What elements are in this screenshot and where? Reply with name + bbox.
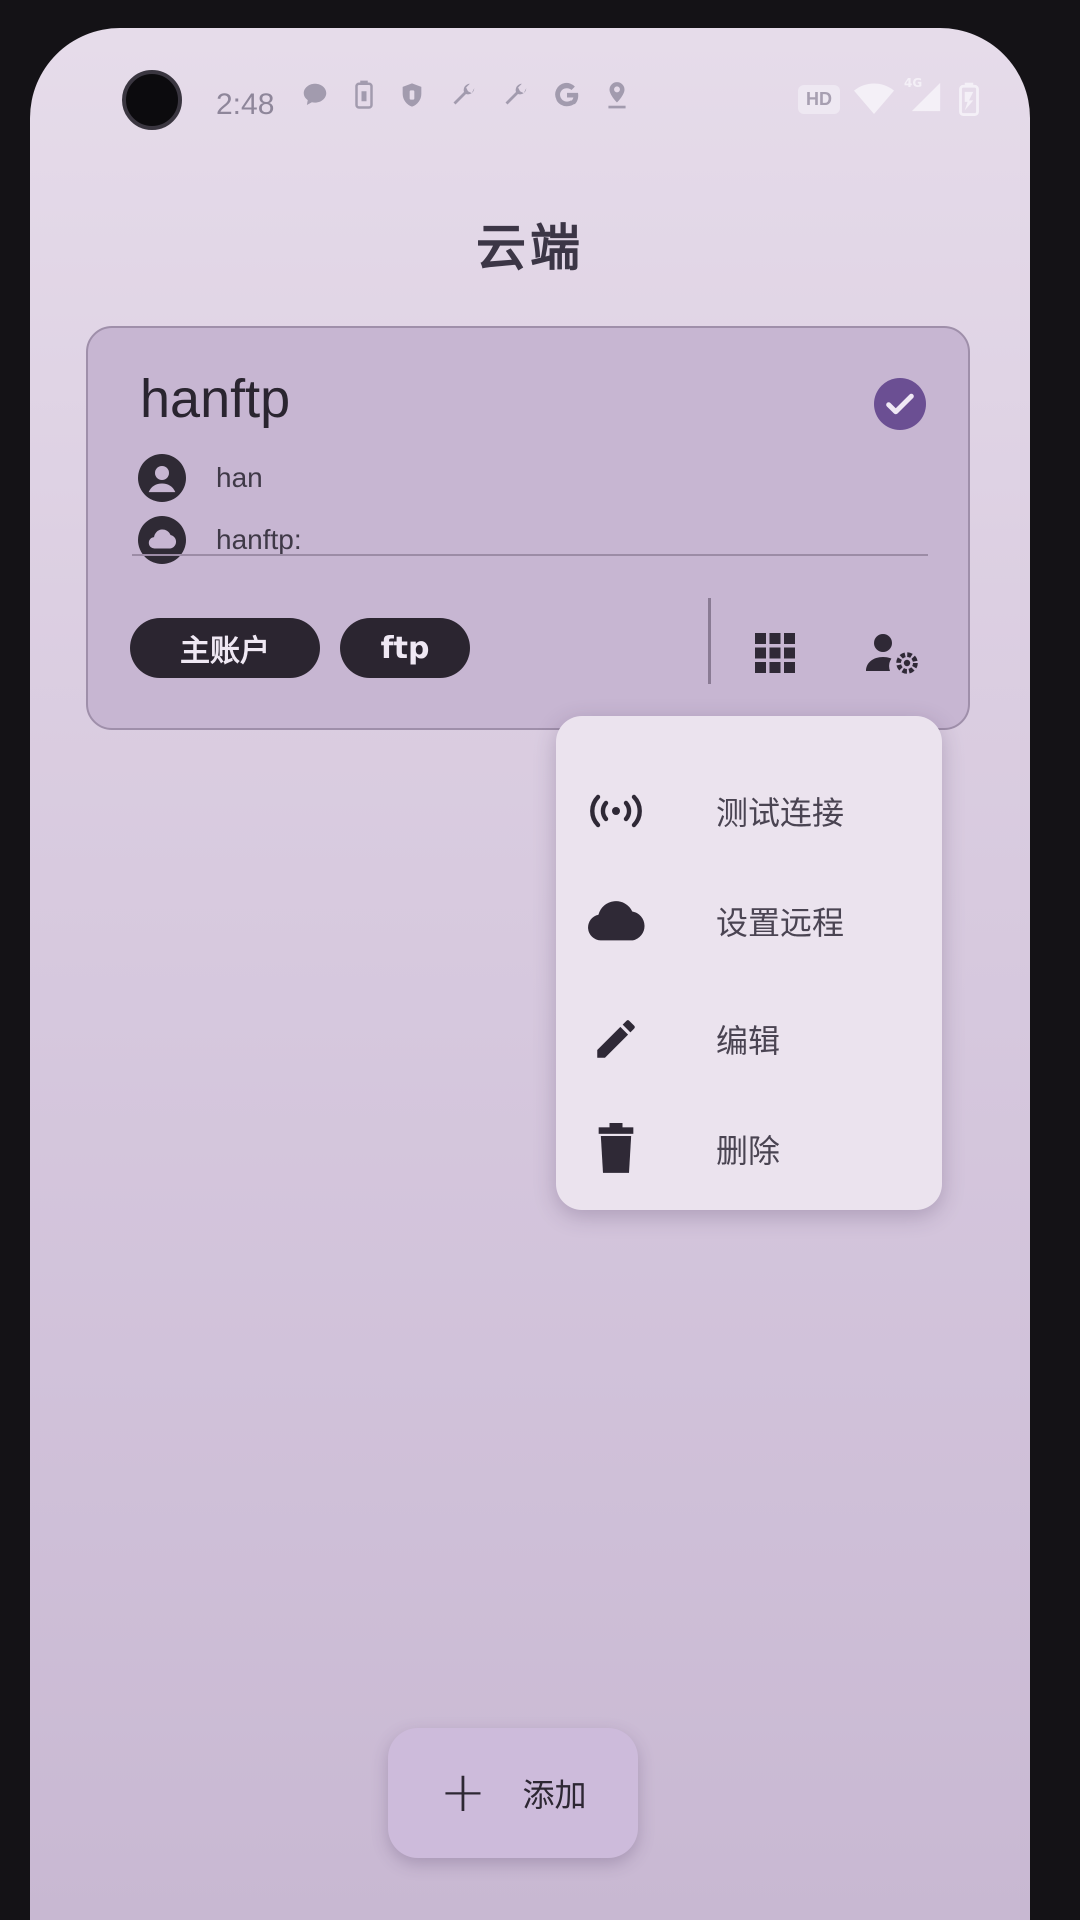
network-type: 4G bbox=[904, 76, 923, 90]
menu-label-test-connection: 测试连接 bbox=[716, 794, 845, 832]
account-card[interactable]: hanftp han hanftp: 主账户 ftp bbox=[86, 326, 970, 730]
menu-label-set-remote: 设置远程 bbox=[716, 904, 845, 942]
context-menu: 测试连接 设置远程 编辑 删除 bbox=[556, 716, 942, 1210]
add-icon: + bbox=[439, 1760, 487, 1825]
broadcast-icon bbox=[584, 779, 648, 843]
account-name: hanftp bbox=[140, 369, 291, 429]
status-time: 2:48 bbox=[216, 88, 275, 121]
status-notification-icons bbox=[300, 80, 630, 110]
menu-item-delete[interactable]: 删除 bbox=[556, 1094, 942, 1204]
menu-item-edit[interactable]: 编辑 bbox=[556, 984, 942, 1094]
location-icon bbox=[608, 82, 626, 109]
cloud-icon bbox=[584, 889, 648, 953]
card-action-divider bbox=[708, 598, 711, 684]
selected-check-icon[interactable] bbox=[874, 378, 926, 430]
battery-icon bbox=[959, 82, 979, 116]
card-divider bbox=[132, 554, 928, 556]
page-title: 云端 bbox=[476, 219, 584, 277]
wrench-icon bbox=[453, 83, 475, 105]
menu-item-test-connection[interactable]: 测试连接 bbox=[556, 756, 942, 866]
chip-main-account[interactable]: 主账户 bbox=[130, 618, 320, 678]
account-remote-row: hanftp: bbox=[138, 516, 302, 564]
pencil-icon bbox=[584, 1007, 648, 1071]
hd-badge: HD bbox=[798, 84, 840, 114]
add-label: 添加 bbox=[522, 1776, 587, 1814]
phone-frame: 2:48 HD 4G 云端 hanftp han hanftp: 主账户 ftp… bbox=[0, 0, 1080, 1920]
shield-icon bbox=[402, 83, 422, 107]
chip-ftp[interactable]: ftp bbox=[340, 618, 470, 678]
screen: 2:48 HD 4G 云端 hanftp han hanftp: 主账户 ftp… bbox=[30, 28, 1030, 1920]
cell-signal: 4G bbox=[904, 76, 944, 118]
trash-icon bbox=[584, 1117, 648, 1181]
chat-icon bbox=[303, 83, 327, 105]
add-button[interactable]: + 添加 bbox=[388, 1728, 638, 1858]
google-icon bbox=[555, 82, 579, 107]
battery-saver-icon bbox=[355, 80, 373, 109]
account-user: han bbox=[216, 462, 263, 493]
front-camera bbox=[122, 70, 182, 130]
person-icon bbox=[138, 454, 186, 502]
status-system-icons: HD 4G bbox=[798, 76, 980, 118]
wrench-icon bbox=[505, 83, 527, 105]
menu-label-edit: 编辑 bbox=[716, 1022, 781, 1060]
manage-account-icon[interactable] bbox=[858, 618, 928, 688]
account-user-row: han bbox=[138, 454, 263, 502]
menu-item-set-remote[interactable]: 设置远程 bbox=[556, 866, 942, 976]
wifi-icon bbox=[854, 83, 894, 114]
account-remote: hanftp: bbox=[216, 524, 302, 555]
menu-label-delete: 删除 bbox=[716, 1132, 781, 1170]
grid-icon[interactable] bbox=[740, 618, 810, 688]
cloud-circle-icon bbox=[138, 516, 186, 564]
